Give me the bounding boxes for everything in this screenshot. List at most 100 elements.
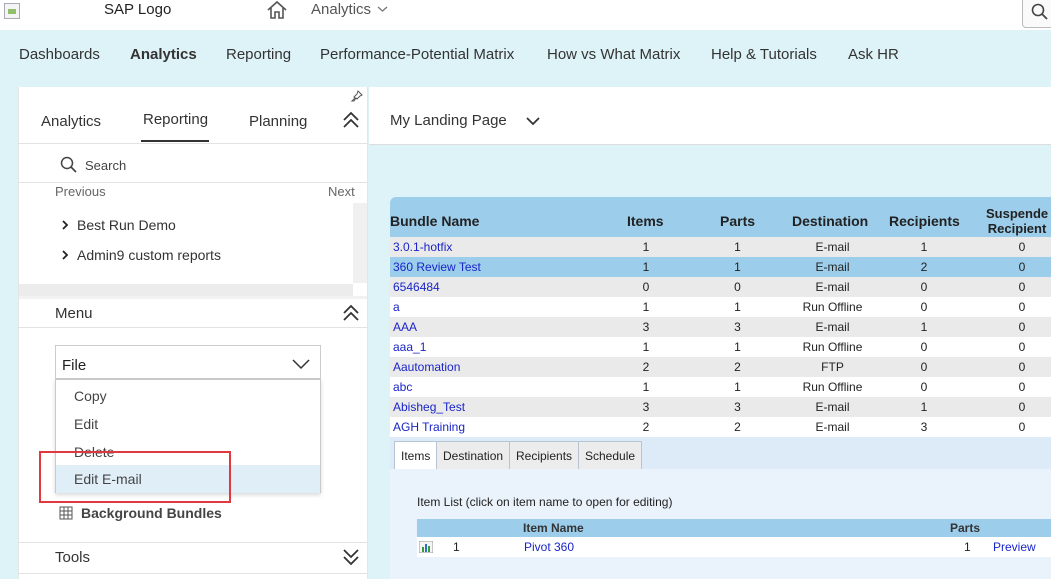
left-panel: Analytics Reporting Planning Search Prev…	[18, 87, 368, 579]
nav-item-how-vs-what-matrix[interactable]: How vs What Matrix	[547, 46, 680, 63]
tab-destination[interactable]: Destination	[436, 441, 511, 469]
home-icon[interactable]	[266, 0, 288, 20]
tree-item-admin9-custom-reports[interactable]: Admin9 custom reports	[61, 247, 221, 263]
previous-link[interactable]: Previous	[55, 184, 106, 199]
bundle-name-link[interactable]: a	[393, 300, 400, 314]
chevron-right-icon	[62, 220, 69, 230]
background-bundles-item[interactable]: Background Bundles	[81, 505, 222, 521]
logo-alt-text[interactable]: SAP Logo	[104, 1, 171, 18]
cell-parts: 3	[734, 400, 741, 414]
cell-items: 2	[642, 360, 650, 374]
horizontal-scrollbar[interactable]	[19, 284, 353, 296]
column-header-suspended-recipients[interactable]: Suspende Recipient	[986, 206, 1048, 236]
cell-suspended: 0	[1018, 420, 1026, 434]
column-header-recipients[interactable]: Recipients	[889, 213, 960, 229]
nav-item-performance-potential-matrix[interactable]: Performance-Potential Matrix	[320, 46, 514, 63]
cell-suspended: 0	[1018, 380, 1026, 394]
bundle-name-link[interactable]: AGH Training	[393, 420, 465, 434]
cell-destination: Run Offline	[802, 340, 863, 354]
tab-planning[interactable]: Planning	[249, 113, 307, 130]
search-icon[interactable]	[60, 156, 78, 174]
preview-link[interactable]: Preview	[993, 540, 1036, 554]
pin-icon[interactable]	[351, 90, 363, 102]
chevron-down-icon[interactable]	[377, 4, 388, 14]
table-row[interactable]: AGH Training 2 2 E-mail 3 0	[390, 417, 1051, 437]
bundle-name-link[interactable]: Aautomation	[393, 360, 460, 374]
nav-item-ask-hr[interactable]: Ask HR	[848, 46, 899, 63]
table-row[interactable]: 3.0.1-hotfix 1 1 E-mail 1 0	[390, 237, 1051, 257]
table-row[interactable]: Aautomation 2 2 FTP 0 0	[390, 357, 1051, 377]
cell-destination: E-mail	[815, 260, 850, 274]
divider	[19, 182, 367, 183]
column-header-bundle-name[interactable]: Bundle Name	[390, 213, 479, 229]
table-row[interactable]: abc 1 1 Run Offline 0 0	[390, 377, 1051, 397]
app-title[interactable]: Analytics	[311, 1, 371, 18]
vertical-scrollbar[interactable]	[353, 203, 367, 283]
items-tab-content: Item List (click on item name to open fo…	[390, 469, 1051, 579]
menu-section-title[interactable]: Menu	[55, 305, 93, 322]
nav-item-reporting[interactable]: Reporting	[226, 46, 291, 63]
cell-recipients: 0	[920, 360, 928, 374]
bundle-name-link[interactable]: 360 Review Test	[393, 260, 481, 274]
tree-item-best-run-demo[interactable]: Best Run Demo	[61, 217, 176, 233]
column-header-parts[interactable]: Parts	[720, 213, 755, 229]
section-divider	[19, 296, 367, 299]
highlight-annotation-box	[39, 451, 231, 503]
bundle-name-link[interactable]: Abisheg_Test	[393, 400, 465, 414]
broken-image-icon	[4, 3, 20, 19]
chevron-down-icon[interactable]	[526, 116, 540, 126]
global-search-button[interactable]	[1022, 0, 1051, 28]
bundle-name-link[interactable]: 3.0.1-hotfix	[393, 240, 452, 254]
bundle-name-link[interactable]: abc	[393, 380, 412, 394]
bundle-name-link[interactable]: AAA	[393, 320, 417, 334]
menu-item-copy[interactable]: Copy	[56, 382, 320, 410]
cell-recipients: 1	[920, 240, 928, 254]
landing-page-title[interactable]: My Landing Page	[390, 112, 507, 129]
bar-chart-icon	[419, 541, 433, 553]
double-chevron-up-icon[interactable]	[342, 304, 360, 322]
tab-analytics[interactable]: Analytics	[41, 113, 101, 130]
grid-icon	[59, 506, 73, 525]
nav-item-analytics[interactable]: Analytics	[130, 46, 197, 63]
tab-schedule[interactable]: Schedule	[578, 441, 643, 469]
item-name-link[interactable]: Pivot 360	[524, 540, 574, 554]
file-menu-select[interactable]: File	[55, 345, 321, 379]
cell-suspended: 0	[1018, 260, 1026, 274]
tools-section-title[interactable]: Tools	[55, 549, 90, 566]
cell-items: 1	[642, 300, 650, 314]
cell-items: 1	[642, 260, 650, 274]
double-chevron-down-icon[interactable]	[342, 548, 360, 566]
table-row[interactable]: 360 Review Test 1 1 E-mail 2 0	[390, 257, 1051, 277]
nav-item-dashboards[interactable]: Dashboards	[19, 46, 100, 63]
cell-items: 0	[642, 280, 650, 294]
nav-item-help-tutorials[interactable]: Help & Tutorials	[711, 46, 817, 63]
column-header-parts: Parts	[950, 521, 981, 535]
cell-recipients: 1	[920, 400, 928, 414]
table-row[interactable]: aaa_1 1 1 Run Offline 0 0	[390, 337, 1051, 357]
item-list-header: Item Name Parts	[417, 519, 1051, 537]
active-tab-underline	[141, 140, 209, 142]
cell-suspended: 0	[1018, 400, 1026, 414]
cell-items: 2	[642, 420, 650, 434]
column-header-destination[interactable]: Destination	[792, 213, 868, 229]
cell-parts: 1	[734, 340, 741, 354]
item-parts: 1	[964, 540, 971, 554]
tab-items[interactable]: Items	[394, 441, 438, 469]
menu-item-edit[interactable]: Edit	[56, 410, 320, 438]
table-row[interactable]: AAA 3 3 E-mail 1 0	[390, 317, 1051, 337]
cell-suspended: 0	[1018, 320, 1026, 334]
tab-reporting[interactable]: Reporting	[143, 111, 208, 128]
bundle-name-link[interactable]: 6546484	[393, 280, 440, 294]
table-row[interactable]: a 1 1 Run Offline 0 0	[390, 297, 1051, 317]
table-row[interactable]: 6546484 0 0 E-mail 0 0	[390, 277, 1051, 297]
bundle-name-link[interactable]: aaa_1	[393, 340, 426, 354]
next-link[interactable]: Next	[328, 184, 355, 199]
double-chevron-up-icon[interactable]	[342, 111, 360, 129]
column-header-items[interactable]: Items	[627, 213, 664, 229]
table-row[interactable]: Abisheg_Test 3 3 E-mail 1 0	[390, 397, 1051, 417]
chevron-right-icon	[62, 250, 69, 260]
cell-suspended: 0	[1018, 360, 1026, 374]
column-header-line: Suspende	[986, 206, 1049, 221]
search-link[interactable]: Search	[85, 158, 126, 173]
tab-recipients[interactable]: Recipients	[509, 441, 580, 469]
